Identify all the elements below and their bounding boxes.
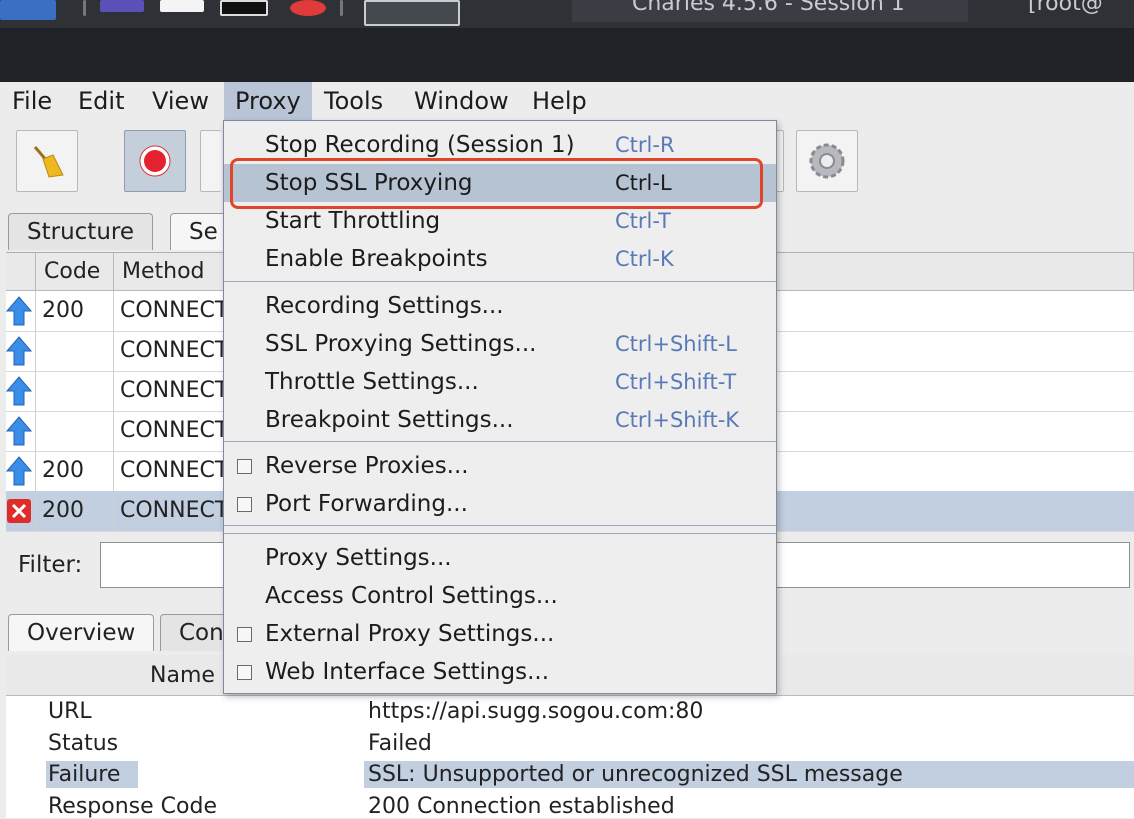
menu-separator — [224, 525, 776, 526]
menu-item-label: Proxy Settings... — [265, 545, 452, 571]
menu-item-enable-breakpoints[interactable]: Enable Breakpoints Ctrl-K — [224, 240, 776, 278]
menu-item-shortcut: Ctrl+Shift-L — [615, 332, 737, 356]
detail-name-failure: Failure — [46, 761, 138, 788]
terminal-icon[interactable] — [220, 0, 268, 16]
detail-name-status: Status — [48, 731, 119, 756]
gear-icon — [809, 143, 845, 179]
detail-value-status: Failed — [368, 731, 432, 756]
detail-name-url: URL — [48, 699, 92, 724]
menu-item-ssl-proxying-settings[interactable]: SSL Proxying Settings... Ctrl+Shift-L — [224, 325, 776, 363]
menu-view[interactable]: View — [141, 82, 220, 120]
arrow-up-icon — [6, 331, 36, 371]
taskbar-window-terminal-label: [root@ — [1028, 0, 1103, 16]
menu-item-throttle-settings[interactable]: Throttle Settings... Ctrl+Shift-T — [224, 363, 776, 401]
desktop-taskbar: Charles 4.5.6 - Session 1 [root@ — [0, 0, 1134, 28]
menu-item-label: Reverse Proxies... — [265, 453, 469, 479]
arrow-up-icon — [6, 291, 36, 331]
taskbar-divider — [340, 0, 343, 16]
start-menu-icon[interactable] — [0, 0, 56, 20]
menu-item-label: Access Control Settings... — [265, 583, 558, 609]
menu-file[interactable]: File — [1, 82, 63, 120]
workspace-thumbnail[interactable] — [364, 0, 460, 26]
window-title-bar — [0, 28, 1134, 82]
menu-item-external-proxy-settings[interactable]: External Proxy Settings... — [224, 615, 776, 653]
menu-item-label: External Proxy Settings... — [265, 621, 555, 647]
taskbar-divider — [83, 0, 86, 16]
arrow-up-icon — [6, 371, 36, 411]
filter-label: Filter: — [18, 552, 83, 578]
name-column-header: Name — [150, 663, 215, 688]
menu-item-port-forwarding[interactable]: Port Forwarding... — [224, 485, 776, 523]
menu-tools[interactable]: Tools — [313, 82, 394, 120]
menu-item-proxy-settings[interactable]: Proxy Settings... — [224, 539, 776, 577]
taskbar-window-charles-label: Charles 4.5.6 - Session 1 — [632, 0, 905, 16]
menu-window[interactable]: Window — [403, 82, 520, 120]
record-button[interactable] — [124, 130, 186, 192]
tab-overview[interactable]: Overview — [8, 614, 155, 651]
broom-icon — [33, 146, 64, 178]
record-icon — [139, 145, 171, 177]
menu-item-label: SSL Proxying Settings... — [265, 331, 537, 357]
detail-value-response-code: 200 Connection established — [368, 794, 675, 819]
cell-code — [36, 411, 114, 451]
cell-code — [36, 371, 114, 411]
menu-item-web-interface-settings[interactable]: Web Interface Settings... — [224, 653, 776, 691]
clear-session-button[interactable] — [16, 130, 78, 192]
menu-separator — [224, 441, 776, 442]
menu-proxy[interactable]: Proxy — [224, 82, 312, 120]
menu-bar: File Edit View Proxy Tools Window Help — [0, 82, 1134, 120]
menu-item-recording-settings[interactable]: Recording Settings... — [224, 287, 776, 325]
checkbox-icon — [237, 665, 252, 680]
menu-item-label: Web Interface Settings... — [265, 659, 550, 685]
menu-item-shortcut: Ctrl-K — [615, 247, 674, 271]
menu-item-label: Recording Settings... — [265, 293, 504, 319]
menu-item-label: Enable Breakpoints — [265, 246, 488, 272]
settings-button[interactable] — [796, 130, 858, 192]
cell-code: 200 — [36, 491, 114, 531]
checkbox-icon — [237, 497, 252, 512]
menu-item-access-control-settings[interactable]: Access Control Settings... — [224, 577, 776, 615]
detail-value-failure: SSL: Unsupported or unrecognized SSL mes… — [364, 761, 1134, 788]
cell-code: 200 — [36, 451, 114, 491]
text-editor-icon[interactable] — [160, 0, 204, 12]
menu-separator — [224, 533, 776, 534]
arrow-up-icon — [6, 451, 36, 491]
menu-item-label: Breakpoint Settings... — [265, 407, 514, 433]
checkbox-icon — [237, 459, 252, 474]
throttle-button[interactable] — [200, 130, 221, 192]
cell-code: 200 — [36, 291, 114, 331]
menu-help[interactable]: Help — [521, 82, 598, 120]
taskbar-window-terminal[interactable]: [root@ — [976, 0, 1134, 22]
file-manager-icon[interactable] — [100, 0, 144, 12]
menu-edit[interactable]: Edit — [67, 82, 135, 120]
column-header-code[interactable]: Code — [36, 253, 114, 291]
annotation-highlight-box — [230, 158, 763, 209]
column-header-status[interactable] — [6, 253, 36, 291]
menu-separator — [224, 281, 776, 282]
menu-item-shortcut: Ctrl+Shift-K — [615, 408, 740, 432]
menu-item-label: Port Forwarding... — [265, 491, 468, 517]
menu-item-shortcut: Ctrl+Shift-T — [615, 370, 737, 394]
arrow-up-icon — [6, 411, 36, 451]
detail-name-response-code: Response Code — [48, 794, 217, 819]
error-x-icon — [6, 491, 36, 531]
menu-item-reverse-proxies[interactable]: Reverse Proxies... — [224, 447, 776, 485]
menu-item-label: Throttle Settings... — [265, 369, 479, 395]
menu-item-breakpoint-settings[interactable]: Breakpoint Settings... Ctrl+Shift-K — [224, 401, 776, 439]
screen-recorder-icon[interactable] — [290, 0, 326, 16]
taskbar-window-charles[interactable]: Charles 4.5.6 - Session 1 — [572, 0, 968, 22]
detail-value-url: https://api.sugg.sogou.com:80 — [368, 699, 704, 724]
cell-code — [36, 331, 114, 371]
checkbox-icon — [237, 627, 252, 642]
tab-structure[interactable]: Structure — [8, 213, 153, 250]
